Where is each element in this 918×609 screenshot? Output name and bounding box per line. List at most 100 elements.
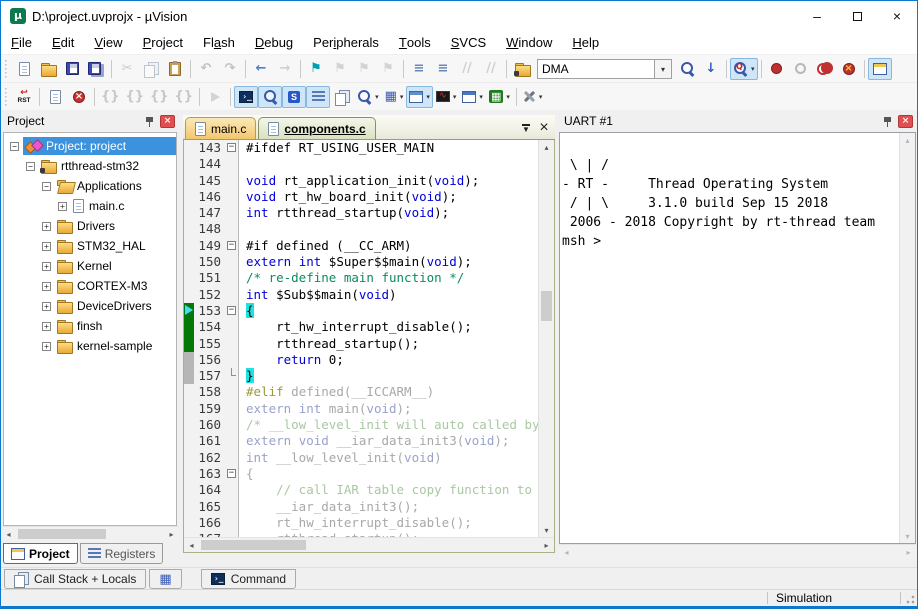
reset-button[interactable]: ↩RST xyxy=(12,86,36,108)
menu-item-debug[interactable]: Debug xyxy=(245,31,303,54)
kill-all-breakpoints-button[interactable]: × xyxy=(837,58,861,80)
minimize-button[interactable]: – xyxy=(797,1,837,31)
next-bookmark-button[interactable]: ⚑ xyxy=(328,58,352,80)
code-line[interactable]: 162int __low_level_init(void) xyxy=(184,450,538,466)
toggle-bookmark-button[interactable]: ⚑ xyxy=(304,58,328,80)
code-line[interactable]: 150extern int $Super$$main(void); xyxy=(184,254,538,270)
code-line[interactable]: 156 return 0; xyxy=(184,352,538,368)
code-line[interactable]: 148 xyxy=(184,221,538,237)
pin-icon[interactable] xyxy=(882,115,893,128)
disable-breakpoint-button[interactable] xyxy=(789,58,813,80)
tab-project[interactable]: Project xyxy=(3,543,78,564)
open-file-button[interactable] xyxy=(36,58,60,80)
menu-item-peripherals[interactable]: Peripherals xyxy=(303,31,389,54)
code-line[interactable]: 147int rtthread_startup(void); xyxy=(184,205,538,221)
dropdown-icon[interactable]: ▾ xyxy=(506,93,510,101)
editor-hscrollbar[interactable]: ◂ ▸ xyxy=(184,537,554,552)
scroll-right-icon[interactable]: ▸ xyxy=(164,527,179,541)
code-line[interactable]: 151/* re-define main function */ xyxy=(184,270,538,286)
code-line[interactable]: 152int $Sub$$main(void) xyxy=(184,287,538,303)
tree-item-applications[interactable]: −Applications xyxy=(4,176,176,196)
dropdown-icon[interactable]: ▾ xyxy=(479,93,483,101)
scroll-down-icon[interactable]: ▾ xyxy=(539,523,554,537)
pin-icon[interactable] xyxy=(144,115,155,128)
tab-call-stack-locals[interactable]: Call Stack + Locals xyxy=(4,569,146,589)
watch-window-button[interactable]: ▾ xyxy=(354,86,382,108)
code-line[interactable]: 149−#if defined (__CC_ARM) xyxy=(184,238,538,254)
scroll-up-icon[interactable]: ▴ xyxy=(900,133,915,147)
step-out-button[interactable]: {} xyxy=(147,86,172,108)
menu-item-tools[interactable]: Tools xyxy=(389,31,441,54)
code-line[interactable]: 158#elif defined(__ICCARM__) xyxy=(184,384,538,400)
navigate-forward-button[interactable]: → xyxy=(273,58,297,80)
new-file-button[interactable] xyxy=(12,58,36,80)
fold-margin[interactable] xyxy=(226,368,239,384)
fold-collapse-icon[interactable]: − xyxy=(227,143,236,152)
code-line[interactable]: 144 xyxy=(184,156,538,172)
dropdown-icon[interactable]: ▾ xyxy=(375,93,379,101)
code-line[interactable]: 165 __iar_data_init3(); xyxy=(184,499,538,515)
find-in-files-button[interactable] xyxy=(675,58,699,80)
code-line[interactable]: 164 // call IAR table copy function to i… xyxy=(184,482,538,498)
tab-list-icon[interactable]: ▼ xyxy=(517,119,535,137)
find-in-files-dialog-button[interactable] xyxy=(510,58,534,80)
tree-item-kernel[interactable]: +Kernel xyxy=(4,256,176,276)
project-hscrollbar[interactable]: ◂ ▸ xyxy=(1,526,179,541)
editor-close-icon[interactable]: × xyxy=(535,119,553,137)
copy-button[interactable] xyxy=(139,58,163,80)
toolbar-grip[interactable] xyxy=(4,88,8,106)
code-line[interactable]: 143−#ifdef RT_USING_USER_MAIN xyxy=(184,140,538,156)
dropdown-icon[interactable]: ▾ xyxy=(400,93,404,101)
tab-command[interactable]: ›_Command xyxy=(201,569,296,589)
command-window-button[interactable]: ›_ xyxy=(234,86,258,108)
scroll-left-icon[interactable]: ◂ xyxy=(559,545,574,559)
expand-icon[interactable]: + xyxy=(42,342,51,351)
indent-button[interactable]: ≡ xyxy=(407,58,431,80)
find-dropdown-icon[interactable]: ▾ xyxy=(655,59,672,79)
maximize-button[interactable] xyxy=(837,1,877,31)
serial-window-button[interactable]: ▾ xyxy=(406,86,433,108)
symbol-window-button[interactable]: S xyxy=(282,86,306,108)
uncomment-button[interactable]: // xyxy=(479,58,503,80)
show-next-statement-button[interactable] xyxy=(43,86,67,108)
tree-item-drivers[interactable]: +Drivers xyxy=(4,216,176,236)
comment-button[interactable]: // xyxy=(455,58,479,80)
unindent-button[interactable]: ≡ xyxy=(431,58,455,80)
tree-item-stm32-hal[interactable]: +STM32_HAL xyxy=(4,236,176,256)
toolbar-grip[interactable] xyxy=(4,60,8,78)
menu-item-view[interactable]: View xyxy=(84,31,132,54)
expand-icon[interactable]: + xyxy=(42,282,51,291)
expand-icon[interactable]: + xyxy=(42,222,51,231)
call-stack-window-button[interactable] xyxy=(330,86,354,108)
scroll-thumb[interactable] xyxy=(18,529,106,539)
uart-panel-close-icon[interactable]: × xyxy=(898,115,913,128)
tab-memory-window[interactable]: ▦ xyxy=(149,569,181,589)
uart-vscrollbar[interactable]: ▴ ▾ xyxy=(899,133,915,543)
editor-tab-main-c[interactable]: main.c xyxy=(185,117,256,139)
collapse-icon[interactable]: − xyxy=(10,142,19,151)
scroll-right-icon[interactable]: ▸ xyxy=(901,545,916,559)
paste-button[interactable] xyxy=(163,58,187,80)
tree-item-devicedrivers[interactable]: +DeviceDrivers xyxy=(4,296,176,316)
scroll-right-icon[interactable]: ▸ xyxy=(539,538,554,552)
menu-item-help[interactable]: Help xyxy=(562,31,609,54)
system-viewer-button[interactable]: ▾ xyxy=(459,86,486,108)
incremental-find-button[interactable]: ↓ xyxy=(699,58,723,80)
scroll-up-icon[interactable]: ▴ xyxy=(539,140,554,154)
navigate-back-button[interactable]: ← xyxy=(249,58,273,80)
run-to-cursor-button[interactable]: {} xyxy=(172,86,197,108)
lookup-button[interactable]: Q▾ xyxy=(730,58,758,80)
tree-item-main-c[interactable]: +main.c xyxy=(4,196,176,216)
menu-item-project[interactable]: Project xyxy=(133,31,193,54)
code-line[interactable]: 154 rt_hw_interrupt_disable(); xyxy=(184,319,538,335)
logic-analyzer-button[interactable]: ∿▾ xyxy=(433,86,460,108)
stop-debug-button[interactable]: × xyxy=(67,86,91,108)
fold-collapse-icon[interactable]: − xyxy=(227,469,236,478)
code-line[interactable]: 157} xyxy=(184,368,538,384)
fold-collapse-icon[interactable]: − xyxy=(227,306,236,315)
project-window-toggle-button[interactable] xyxy=(868,58,892,80)
clear-bookmarks-button[interactable]: ⚑ xyxy=(376,58,400,80)
code-line[interactable]: 166 rt_hw_interrupt_disable(); xyxy=(184,515,538,531)
registers-window-button[interactable] xyxy=(306,86,330,108)
code-line[interactable]: 153−{ xyxy=(184,303,538,319)
